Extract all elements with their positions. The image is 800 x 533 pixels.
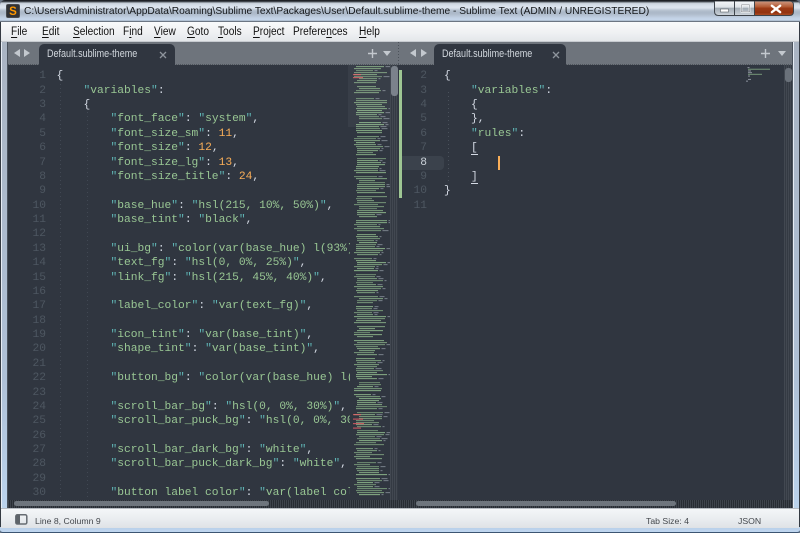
svg-text:S: S bbox=[9, 6, 17, 18]
